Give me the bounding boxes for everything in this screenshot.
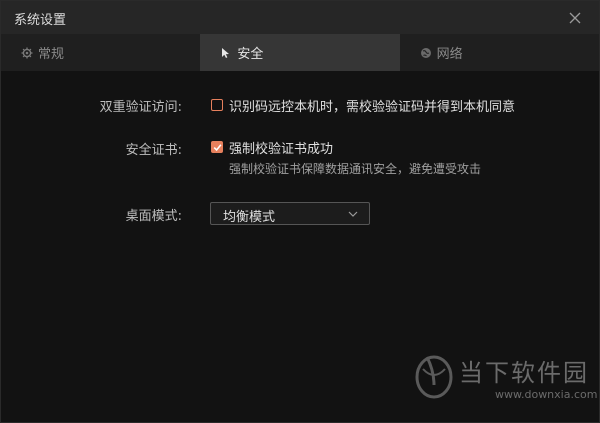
close-button[interactable] bbox=[564, 7, 586, 29]
tab-bar: 常规 安全 网络 bbox=[1, 34, 599, 71]
window-title: 系统设置 bbox=[14, 13, 67, 28]
desktop-mode-value: 均衡模式 bbox=[223, 210, 276, 225]
cursor-icon bbox=[220, 47, 232, 59]
chevron-down-icon bbox=[348, 211, 358, 217]
title-bar: 系统设置 bbox=[1, 1, 599, 34]
two-factor-option-text[interactable]: 识别码远控本机时，需校验验证码并得到本机同意 bbox=[229, 96, 515, 115]
tab-security[interactable]: 安全 bbox=[200, 34, 400, 71]
gear-icon bbox=[21, 47, 33, 59]
settings-window: 系统设置 常规 安全 网络 双重验证访问: 识别码远控本机时，需校验验证码并得到… bbox=[0, 0, 600, 423]
tab-general[interactable]: 常规 bbox=[1, 34, 200, 71]
tab-network-label: 网络 bbox=[436, 47, 463, 62]
certificate-description: 强制校验证书保障数据通讯安全，避免遭受攻击 bbox=[229, 162, 482, 176]
certificate-option-text[interactable]: 强制校验证书成功 bbox=[229, 138, 333, 157]
watermark-logo bbox=[415, 355, 453, 399]
tab-network[interactable]: 网络 bbox=[400, 34, 599, 71]
certificate-label: 安全证书: bbox=[125, 143, 182, 158]
close-icon bbox=[569, 12, 581, 24]
tab-general-label: 常规 bbox=[38, 47, 65, 62]
tab-security-label: 安全 bbox=[237, 47, 264, 62]
two-factor-label: 双重验证访问: bbox=[99, 100, 182, 115]
checkmark-icon bbox=[213, 143, 222, 151]
desktop-mode-label: 桌面模式: bbox=[125, 209, 182, 224]
watermark-url: www.downxia.com bbox=[495, 388, 598, 401]
watermark-name: 当下软件园 bbox=[459, 359, 589, 387]
certificate-checkbox[interactable] bbox=[211, 141, 223, 153]
desktop-mode-select[interactable]: 均衡模式 bbox=[210, 202, 370, 225]
watermark: 当下软件园 www.downxia.com bbox=[413, 351, 597, 406]
two-factor-checkbox[interactable] bbox=[211, 99, 223, 111]
globe-icon bbox=[420, 47, 432, 59]
